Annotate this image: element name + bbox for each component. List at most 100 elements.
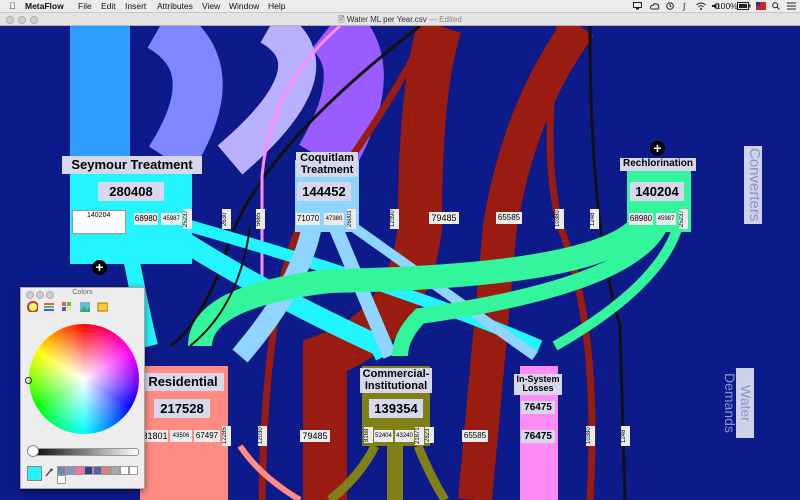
flow-label-10380-bottom: 10380 [586,426,595,446]
menu-window[interactable]: Window [229,1,259,11]
commercial-out-1: 8168 [364,427,373,443]
menu-attributes[interactable]: Attributes [157,1,193,11]
residential-value: 217528 [154,399,210,418]
display-icon[interactable] [633,2,642,10]
apple-logo-icon[interactable]:  [9,1,16,11]
flow-label-5665: 5665 [256,209,265,229]
bluetooth-icon[interactable]: ∫ [683,1,685,11]
sliders-tab-icon[interactable] [43,301,54,312]
brightness-slider-knob[interactable] [27,445,39,457]
flow-label-65585-top: 65585 [496,212,522,224]
document-name: Water ML per Year.csv [346,15,427,24]
flow-residential-out-1[interactable] [237,444,302,500]
battery-percent: 100% [716,1,738,11]
rechlorination-out-1: 68980 [629,213,653,225]
menu-insert[interactable]: Insert [125,1,146,11]
color-wheel-picker-handle[interactable] [25,377,32,384]
palettes-tab-icon[interactable] [61,301,72,312]
losses-bottom-value: 76475 [521,430,555,443]
flow-label-79485-bottom: 79485 [300,430,330,442]
image-palettes-tab-icon[interactable] [79,301,90,312]
window-title-bar: 🗎 Water ML per Year.csv — Edited [0,13,800,26]
eyedropper-icon[interactable] [45,468,53,477]
document-icon: 🗎 [338,15,345,24]
residential-out-3: 67497 [194,430,220,442]
flow-label-1248-bottom: 1248 [621,426,630,446]
history-icon[interactable] [666,2,674,10]
list-icon[interactable] [787,2,796,10]
swatch-7[interactable] [111,466,120,475]
seymour-input-value: 140204 [87,212,111,219]
coquitlam-value: 144452 [297,182,351,201]
color-wheel[interactable] [29,324,139,434]
menu-help[interactable]: Help [268,1,285,11]
losses-title[interactable]: In-System Losses [514,374,562,395]
battery-icon[interactable] [737,2,751,10]
residential-out-1: 81801 [142,430,168,442]
flow-label-1248-top: 1248 [590,209,599,229]
add-rechlorination-plus-icon[interactable]: + [650,141,665,156]
seymour-input-field[interactable]: 140204 [72,210,126,234]
flow-label-65585-bottom: 65585 [462,430,488,442]
flow-label-2630: 2630 [222,209,231,229]
flow-label-79485-top: 79485 [429,212,459,224]
residential-out-4: 12285 [222,426,231,446]
wifi-icon[interactable] [696,2,706,10]
current-color-swatch[interactable] [27,466,42,481]
swatch-8[interactable] [120,466,129,475]
losses-value: 76475 [521,401,555,414]
flag-icon[interactable] [756,2,766,10]
seymour-out-3: 25237 [183,209,192,229]
commercial-out-4: 21871 [415,427,424,445]
search-icon[interactable] [772,2,780,10]
add-converter-plus-icon[interactable]: + [92,260,107,275]
seymour-title[interactable]: Seymour Treatment [62,156,202,174]
menu-bar:  MetaFlow File Edit Insert Attributes V… [0,0,800,13]
swatch-4[interactable] [84,466,93,475]
rechlorination-value: 140204 [630,182,684,201]
seymour-out-2: 45987 [161,213,182,225]
commercial-out-5: 2823 [425,427,434,443]
crayons-tab-icon[interactable] [97,301,108,312]
color-wheel-tab-icon[interactable] [27,301,38,312]
swatch-9[interactable] [129,466,138,475]
seymour-out-1: 68980 [134,213,158,225]
menu-file[interactable]: File [78,1,92,11]
title-separator: — [428,15,437,24]
swatch-6[interactable] [102,466,111,475]
flow-commercial-out-3[interactable] [413,444,449,500]
flow-label-10380-top: 10380 [555,209,564,229]
colors-panel-title: Colors [72,289,93,296]
cloud-icon[interactable] [650,2,660,10]
rechlorination-title[interactable]: Rechlorination [620,158,696,171]
brightness-slider[interactable] [29,448,139,456]
coquitlam-out-3: 26001 [347,209,356,229]
coquitlam-title[interactable]: Coquitlam Treatment [296,152,358,178]
colors-panel[interactable]: Colors [20,287,145,489]
menu-view[interactable]: View [202,1,220,11]
app-menu[interactable]: MetaFlow [25,1,64,11]
rechlorination-out-2: 45987 [656,213,676,225]
rechlorination-out-3: 25237 [679,209,688,229]
menu-edit[interactable]: Edit [101,1,116,11]
converters-column-title: Converters [744,146,763,224]
swatch-2[interactable] [66,466,75,475]
commercial-out-2: 52404 [374,430,393,442]
swatch-10[interactable] [57,475,66,484]
flow-label-12030: 12030 [258,426,267,446]
flow-source-to-seymour-2[interactable] [146,26,223,174]
edited-status: Edited [439,15,462,24]
swatch-3[interactable] [75,466,84,475]
swatch-5[interactable] [93,466,102,475]
residential-out-2: 43506 [170,430,192,442]
commercial-out-3: 43240 [395,430,414,442]
coquitlam-out-2: 47380 [324,213,344,225]
seymour-value: 280408 [98,182,164,201]
water-demands-column-title: Water Demands [722,368,754,438]
coquitlam-out-1: 71070 [296,213,320,225]
flow-label-12390: 12390 [390,209,399,229]
swatch-1[interactable] [57,466,66,475]
commercial-value: 139354 [369,399,423,418]
residential-title[interactable]: Residential [142,373,224,391]
commercial-title[interactable]: Commercial-Institutional [360,368,432,394]
